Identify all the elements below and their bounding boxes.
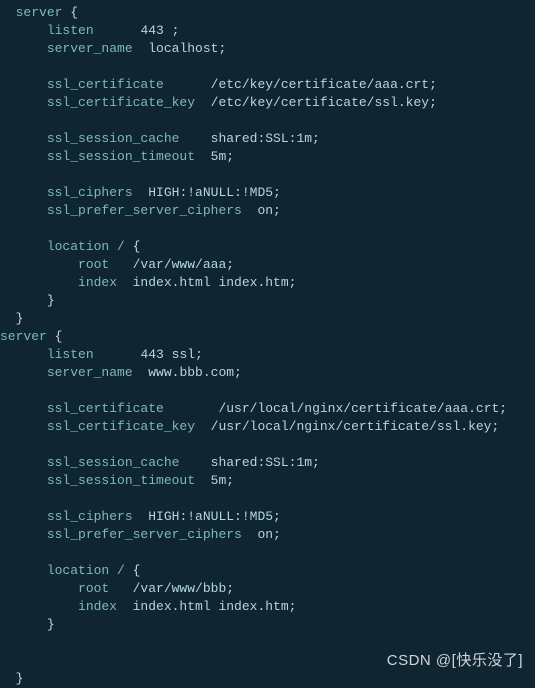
code-token: /usr/local/nginx/certificate/aaa.crt; <box>218 401 507 416</box>
code-token: index.html index.htm; <box>133 275 297 290</box>
code-line: ssl_prefer_server_ciphers on; <box>0 203 281 218</box>
code-token: 5m; <box>211 473 234 488</box>
code-token: HIGH:!aNULL:!MD5; <box>148 185 281 200</box>
code-token: ssl_prefer_server_ciphers <box>47 527 258 542</box>
code-line: ssl_session_cache shared:SSL:1m; <box>0 131 320 146</box>
code-token: 5m; <box>211 149 234 164</box>
code-token: 443 ssl; <box>140 347 202 362</box>
code-token: root <box>78 257 133 272</box>
code-line: root /var/www/aaa; <box>0 257 234 272</box>
code-line: ssl_session_cache shared:SSL:1m; <box>0 455 320 470</box>
code-token: { <box>133 239 141 254</box>
code-token: HIGH:!aNULL:!MD5; <box>148 509 281 524</box>
code-token: { <box>70 5 78 20</box>
code-line: ssl_ciphers HIGH:!aNULL:!MD5; <box>0 509 281 524</box>
code-line: location / { <box>0 239 140 254</box>
code-token: location / <box>47 239 133 254</box>
code-token: index <box>78 275 133 290</box>
code-token: } <box>47 293 55 308</box>
code-line: index index.html index.htm; <box>0 275 296 290</box>
code-line: ssl_certificate_key /usr/local/nginx/cer… <box>0 419 499 434</box>
code-token: www.bbb.com; <box>148 365 242 380</box>
code-line: index index.html index.htm; <box>0 599 296 614</box>
code-token: server_name <box>47 41 148 56</box>
code-token: ssl_ciphers <box>47 185 148 200</box>
code-token: server <box>0 329 55 344</box>
code-token: { <box>55 329 63 344</box>
code-token: ssl_session_cache <box>47 455 211 470</box>
code-token: } <box>16 311 24 326</box>
code-token: ssl_certificate_key <box>47 95 211 110</box>
code-token: location / <box>47 563 133 578</box>
code-line: listen 443 ; <box>0 23 179 38</box>
code-line: location / { <box>0 563 140 578</box>
code-token: ssl_certificate <box>47 401 219 416</box>
code-token: /var/www/bbb; <box>133 581 234 596</box>
code-line: ssl_certificate_key /etc/key/certificate… <box>0 95 437 110</box>
code-line: } <box>0 617 55 632</box>
code-line: } <box>0 311 23 326</box>
code-token: shared:SSL:1m; <box>211 131 320 146</box>
code-token: ssl_certificate <box>47 77 211 92</box>
nginx-config-code: server { listen 443 ; server_name localh… <box>0 4 535 688</box>
code-token: index <box>78 599 133 614</box>
code-token: listen <box>47 23 141 38</box>
code-token: /usr/local/nginx/certificate/ssl.key; <box>211 419 500 434</box>
code-line: ssl_session_timeout 5m; <box>0 473 234 488</box>
code-token: } <box>47 617 55 632</box>
code-token: root <box>78 581 133 596</box>
code-token: ssl_session_timeout <box>47 149 211 164</box>
code-token: ssl_certificate_key <box>47 419 211 434</box>
code-token: ssl_session_timeout <box>47 473 211 488</box>
code-line: server_name localhost; <box>0 41 226 56</box>
code-line: server_name www.bbb.com; <box>0 365 242 380</box>
code-line: ssl_certificate /usr/local/nginx/certifi… <box>0 401 507 416</box>
code-token: server_name <box>47 365 148 380</box>
watermark: CSDN @[快乐没了] <box>387 652 523 670</box>
code-line: } <box>0 293 55 308</box>
code-token: shared:SSL:1m; <box>211 455 320 470</box>
code-line: ssl_certificate /etc/key/certificate/aaa… <box>0 77 437 92</box>
code-token: index.html index.htm; <box>133 599 297 614</box>
code-token: /var/www/aaa; <box>133 257 234 272</box>
code-token: { <box>133 563 141 578</box>
code-line: ssl_prefer_server_ciphers on; <box>0 527 281 542</box>
code-token: on; <box>257 203 280 218</box>
code-token: 443 ; <box>140 23 179 38</box>
code-token: localhost; <box>148 41 226 56</box>
code-token: server <box>16 5 71 20</box>
code-line: server { <box>0 329 62 344</box>
code-line: ssl_session_timeout 5m; <box>0 149 234 164</box>
code-line: root /var/www/bbb; <box>0 581 234 596</box>
code-token: on; <box>257 527 280 542</box>
code-line: server { <box>0 5 78 20</box>
code-line: ssl_ciphers HIGH:!aNULL:!MD5; <box>0 185 281 200</box>
code-token: /etc/key/certificate/ssl.key; <box>211 95 437 110</box>
code-line: listen 443 ssl; <box>0 347 203 362</box>
code-token: ssl_ciphers <box>47 509 148 524</box>
code-token: /etc/key/certificate/aaa.crt; <box>211 77 437 92</box>
code-token: ssl_prefer_server_ciphers <box>47 203 258 218</box>
code-token: listen <box>47 347 141 362</box>
code-token: ssl_session_cache <box>47 131 211 146</box>
